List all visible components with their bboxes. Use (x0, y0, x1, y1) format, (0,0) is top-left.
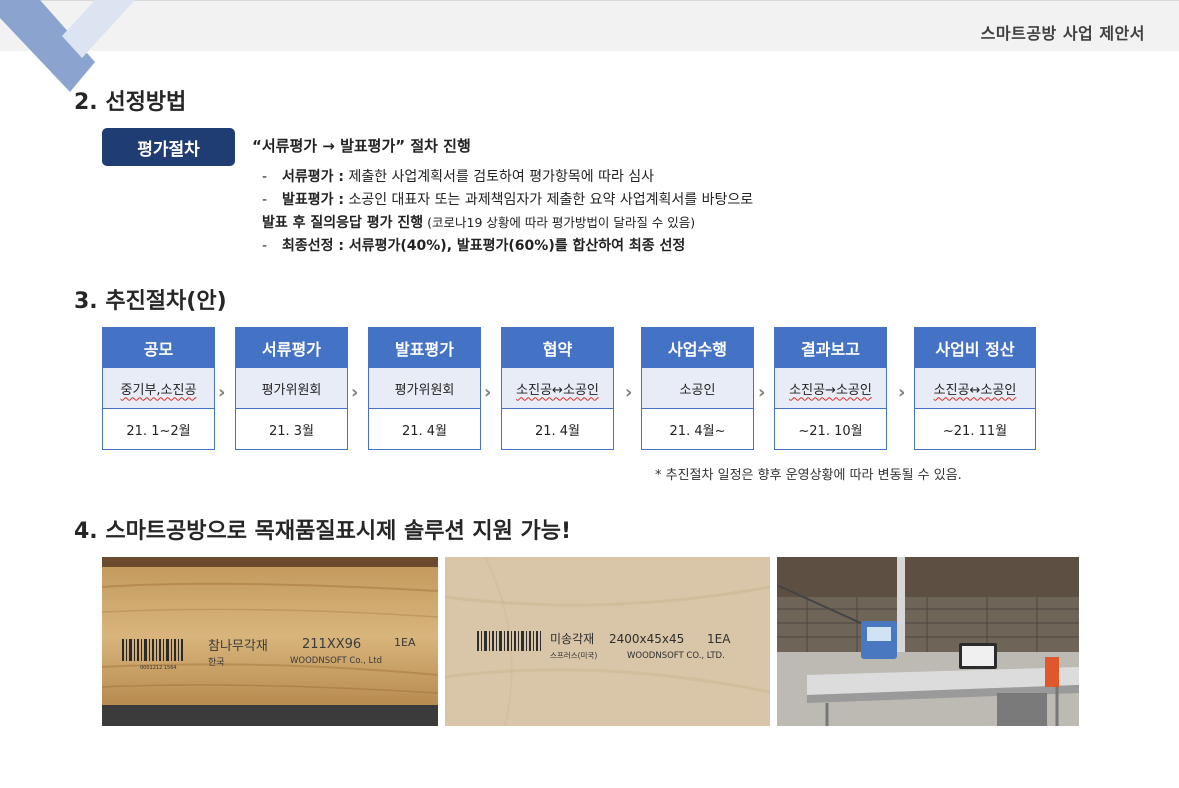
step-date: 21. 1~2월 (126, 423, 191, 439)
step-date: ~21. 11월 (942, 423, 1008, 439)
step-date: 21. 4월 (401, 423, 448, 439)
criteria-line-presentation-cont: 발표 후 질의응답 평가 진행 (코로나19 상황에 따라 평가방법이 달라질 … (262, 215, 696, 231)
label-product: 참나무각재 (208, 639, 268, 654)
step-actor: 소공인 (642, 368, 753, 409)
step-title: 사업비 정산 (915, 328, 1035, 368)
step-title: 사업수행 (642, 328, 753, 368)
process-step: 결과보고 소진공→소공인 ~21. 10월 (774, 327, 887, 450)
label-qty: 1EA (394, 636, 416, 649)
section-title-process: 3. 추진절차(안) (74, 289, 227, 314)
procedure-heading: “서류평가 → 발표평가” 절차 진행 (252, 137, 471, 155)
step-date: 21. 4월 (534, 423, 581, 439)
evaluation-badge: 평가절차 (102, 128, 235, 166)
chevron-right-icon: › (484, 382, 492, 403)
step-title: 발표평가 (369, 328, 480, 368)
step-date: ~21. 10월 (798, 423, 863, 439)
chevron-right-icon: › (758, 382, 766, 403)
section-title-selection: 2. 선정방법 (74, 90, 187, 115)
oak-lumber-photo: 0001212 1564 참나무각재 211XX96 1EA 한국 WOODNS… (102, 557, 438, 726)
step-actor: 소진공↔소공인 (915, 368, 1035, 409)
schedule-note: * 추진절차 일정은 향후 운영상황에 따라 변동될 수 있음. (655, 468, 962, 483)
process-step: 공모 중기부,소진공 21. 1~2월 (102, 327, 215, 450)
criteria-line-presentation: - 발표평가 : 소공인 대표자 또는 과제책임자가 제출한 요약 사업계획서를 … (262, 192, 754, 208)
printer-equipment-photo (777, 557, 1079, 726)
process-step: 사업수행 소공인 21. 4월~ (641, 327, 754, 450)
step-date: 21. 3월 (268, 423, 315, 439)
document-title: 스마트공방 사업 제안서 (980, 24, 1145, 43)
step-actor: 소진공↔소공인 (502, 368, 613, 409)
label-size: 2400x45x45 (609, 632, 684, 646)
label-origin: 스프러스(미국) (550, 651, 597, 660)
plywood-photo: 미송각재 2400x45x45 1EA 스프러스(미국) WOODNSOFT C… (445, 557, 770, 726)
label-size: 211XX96 (302, 637, 361, 652)
process-step: 사업비 정산 소진공↔소공인 ~21. 11월 (914, 327, 1036, 450)
label-maker: WOODNSOFT Co., Ltd (290, 656, 382, 666)
label-product: 미송각재 (550, 632, 594, 646)
process-step: 발표평가 평가위원회 21. 4월 (368, 327, 481, 450)
label-origin: 한국 (208, 657, 225, 668)
step-actor: 소진공→소공인 (775, 368, 886, 409)
label-maker: WOODNSOFT CO., LTD. (627, 651, 725, 661)
step-date: 21. 4월~ (669, 423, 726, 439)
corner-decoration (0, 0, 135, 92)
process-step: 협약 소진공↔소공인 21. 4월 (501, 327, 614, 450)
step-title: 협약 (502, 328, 613, 368)
step-title: 결과보고 (775, 328, 886, 368)
step-actor: 평가위원회 (236, 368, 347, 409)
process-step: 서류평가 평가위원회 21. 3월 (235, 327, 348, 450)
step-title: 공모 (103, 328, 214, 368)
step-actor: 중기부,소진공 (103, 368, 214, 409)
barcode-number: 0001212 1564 (140, 665, 177, 671)
chevron-right-icon: › (351, 382, 359, 403)
chevron-right-icon: › (625, 382, 633, 403)
criteria-line-final: - 최종선정 : 서류평가(40%), 발표평가(60%)를 합산하여 최종 선정 (262, 238, 686, 254)
step-actor: 평가위원회 (369, 368, 480, 409)
step-title: 서류평가 (236, 328, 347, 368)
criteria-line-document: - 서류평가 : 제출한 사업계획서를 검토하여 평가항목에 따라 심사 (262, 169, 655, 185)
chevron-right-icon: › (218, 382, 226, 403)
section-title-solution: 4. 스마트공방으로 목재품질표시제 솔루션 지원 가능! (74, 519, 572, 544)
label-qty: 1EA (707, 632, 731, 646)
chevron-right-icon: › (898, 382, 906, 403)
